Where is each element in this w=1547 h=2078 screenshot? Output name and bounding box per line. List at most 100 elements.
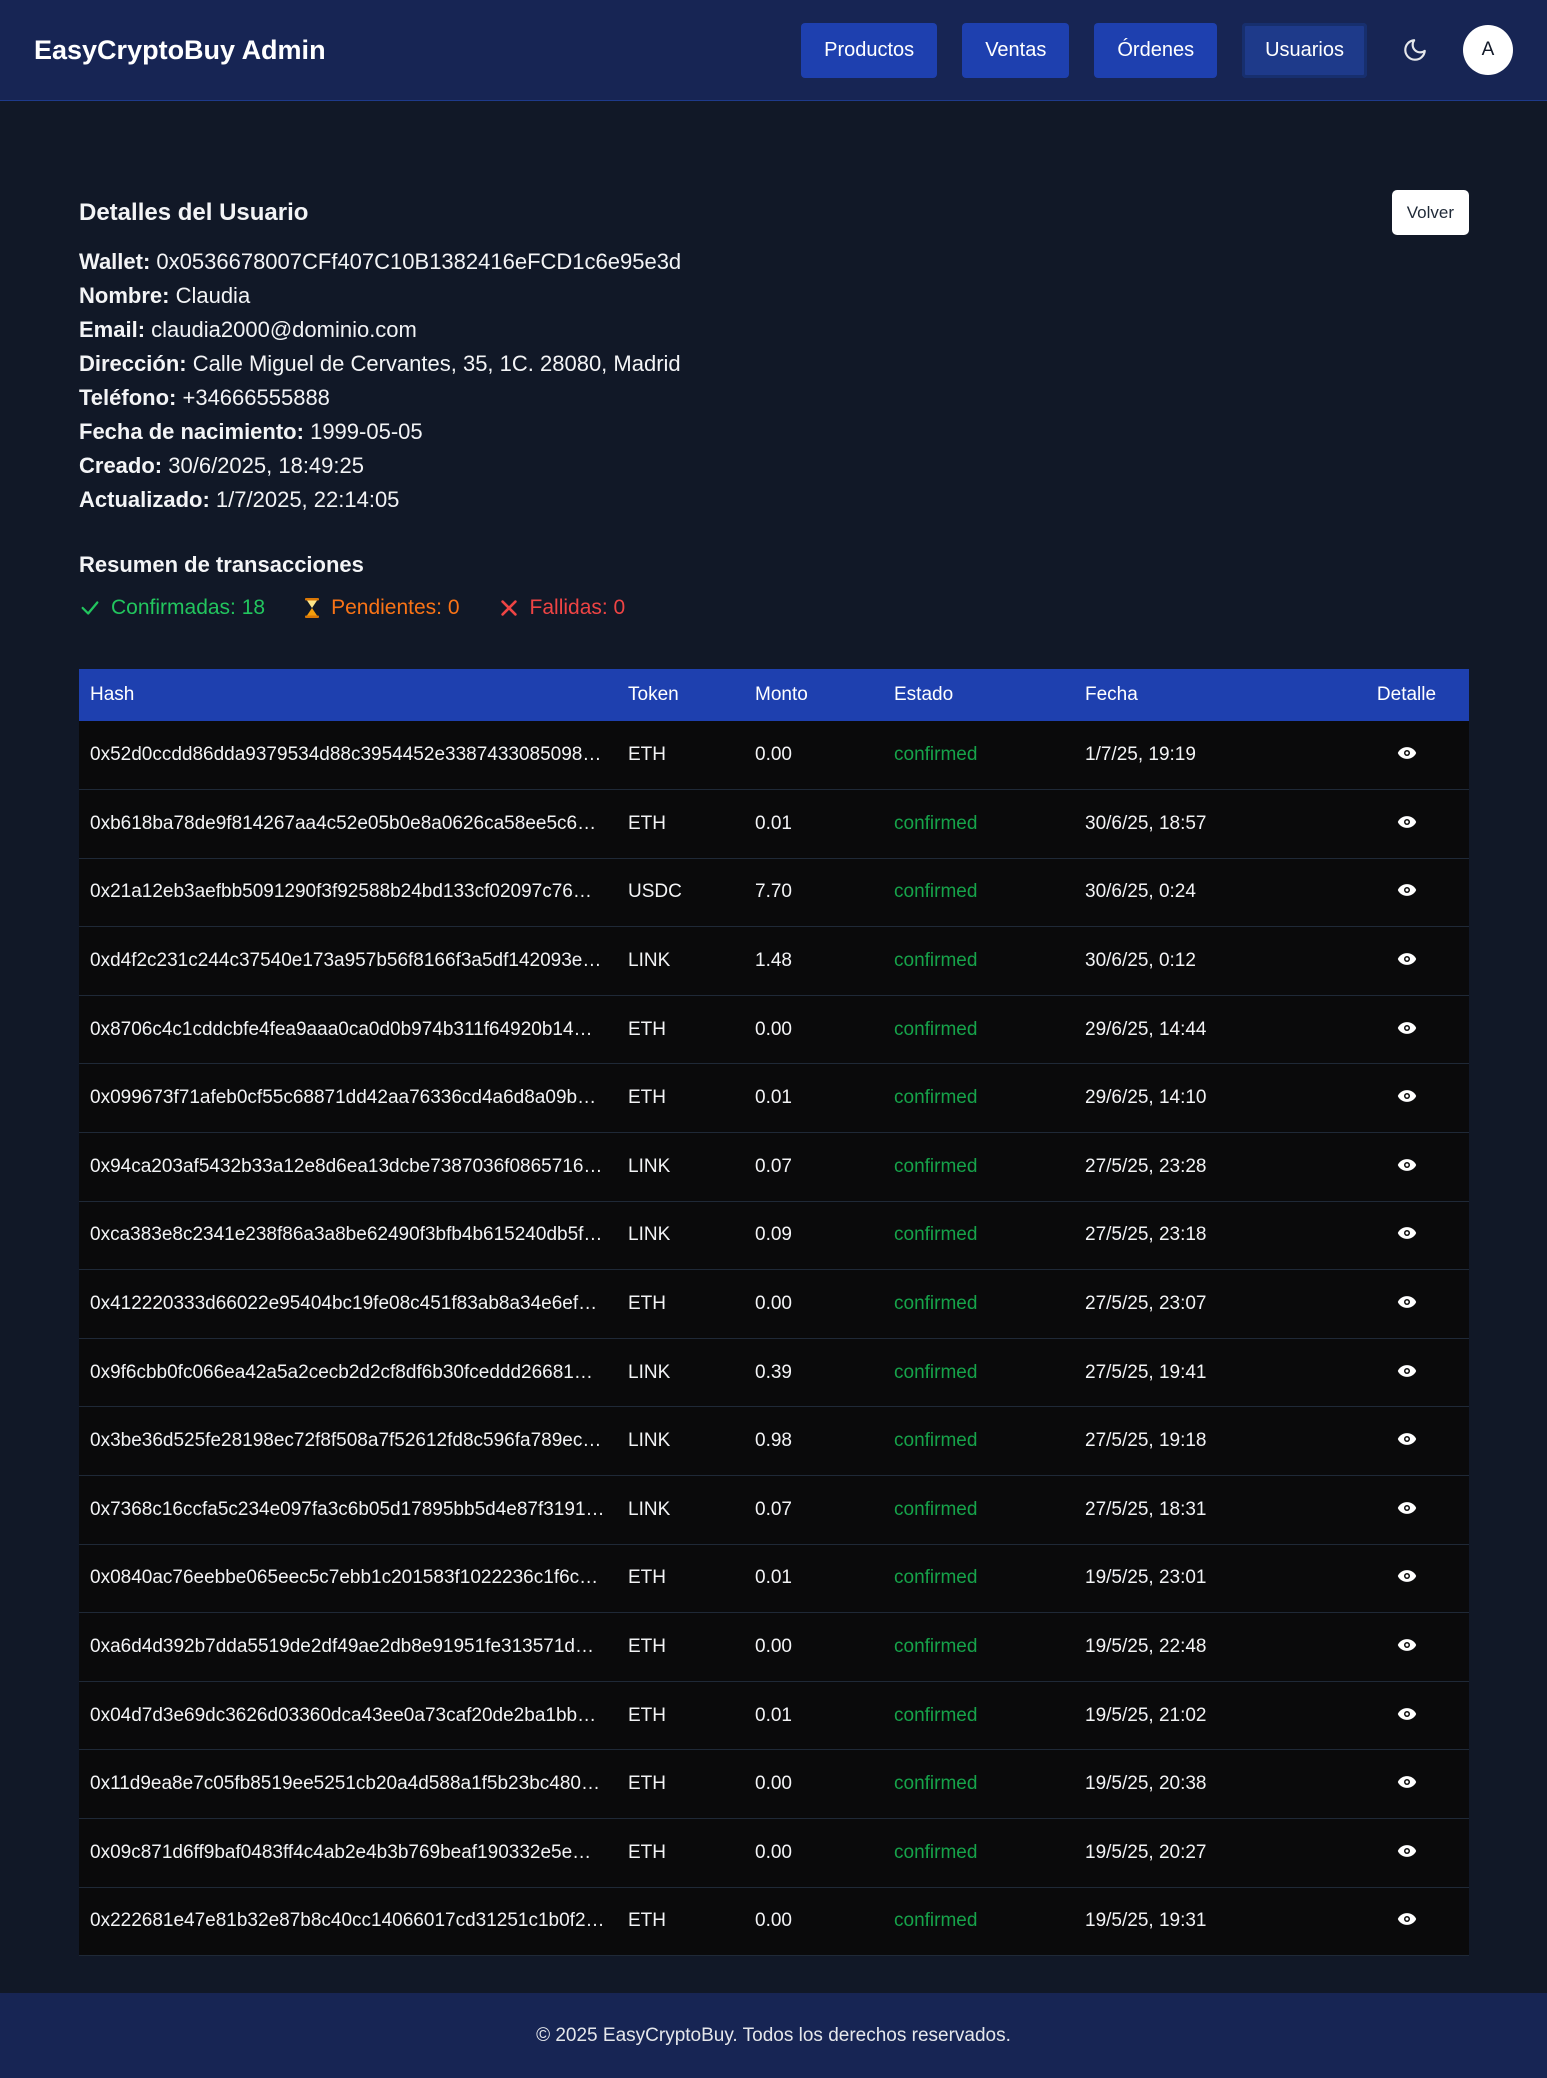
eye-icon[interactable] — [1397, 1156, 1417, 1178]
tx-hash: 0x94ca203af5432b33a12e8d6ea13dcbe7387036… — [79, 1132, 617, 1202]
eye-icon[interactable] — [1397, 1705, 1417, 1727]
eye-icon[interactable] — [1397, 1499, 1417, 1521]
table-row: 0xb618ba78de9f814267aa4c52e05b0e8a0626ca… — [79, 789, 1469, 859]
tx-token: ETH — [617, 1269, 744, 1339]
eye-icon[interactable] — [1397, 744, 1417, 766]
tx-token: ETH — [617, 1818, 744, 1888]
tx-detail-cell — [1344, 1406, 1469, 1477]
tx-detail-cell — [1344, 1544, 1469, 1614]
tx-detail-cell — [1344, 1887, 1469, 1957]
tx-status: confirmed — [883, 1544, 1074, 1614]
tx-token: LINK — [617, 926, 744, 996]
tx-date: 30/6/25, 0:24 — [1074, 858, 1344, 928]
eye-icon[interactable] — [1397, 1019, 1417, 1041]
eye-icon[interactable] — [1397, 1636, 1417, 1658]
tx-amount: 0.01 — [744, 1063, 883, 1134]
eye-icon[interactable] — [1397, 950, 1417, 972]
tx-detail-cell — [1344, 1681, 1469, 1751]
table-row: 0xca383e8c2341e238f86a3a8be62490f3bfb4b6… — [79, 1201, 1469, 1271]
eye-icon[interactable] — [1397, 1293, 1417, 1315]
tx-hash: 0x9f6cbb0fc066ea42a5a2cecb2d2cf8df6b30fc… — [79, 1338, 617, 1408]
tx-detail-cell — [1344, 789, 1469, 859]
eye-icon[interactable] — [1397, 1362, 1417, 1384]
check-icon — [81, 601, 99, 615]
tx-amount: 0.00 — [744, 1269, 883, 1339]
eye-icon[interactable] — [1397, 1087, 1417, 1109]
nav-ventas-button[interactable]: Ventas — [962, 22, 1070, 78]
summary-pending: Pendientes: 0 — [303, 596, 460, 620]
tx-amount: 0.01 — [744, 789, 883, 859]
tx-token: ETH — [617, 1612, 744, 1682]
back-button[interactable]: Volver — [1391, 190, 1469, 235]
tx-date: 29/6/25, 14:10 — [1074, 1063, 1344, 1134]
header-hash: Hash — [79, 669, 617, 721]
moon-icon[interactable] — [1400, 35, 1430, 65]
tx-hash: 0x21a12eb3aefbb5091290f3f92588b24bd133cf… — [79, 858, 617, 928]
table-row: 0x21a12eb3aefbb5091290f3f92588b24bd133cf… — [79, 858, 1469, 928]
brand-title[interactable]: EasyCryptoBuy Admin — [34, 35, 326, 66]
tx-token: ETH — [617, 1749, 744, 1819]
tx-token: LINK — [617, 1338, 744, 1408]
tx-status: confirmed — [883, 1749, 1074, 1819]
tx-hash: 0xca383e8c2341e238f86a3a8be62490f3bfb4b6… — [79, 1201, 617, 1271]
eye-icon[interactable] — [1397, 1773, 1417, 1795]
tx-amount: 0.00 — [744, 1749, 883, 1819]
tx-hash: 0x11d9ea8e7c05fb8519ee5251cb20a4d588a1f5… — [79, 1749, 617, 1819]
eye-icon[interactable] — [1397, 1567, 1417, 1589]
nav-ordenes-button[interactable]: Órdenes — [1094, 22, 1218, 78]
table-row: 0x8706c4c1cddcbfe4fea9aaa0ca0d0b974b311f… — [79, 995, 1469, 1065]
table-row: 0x94ca203af5432b33a12e8d6ea13dcbe7387036… — [79, 1132, 1469, 1202]
tx-token: ETH — [617, 721, 744, 791]
tx-date: 27/5/25, 23:28 — [1074, 1132, 1344, 1202]
eye-icon[interactable] — [1397, 1224, 1417, 1246]
tx-status: confirmed — [883, 926, 1074, 996]
transactions-table: Hash Token Monto Estado Fecha Detalle 0x… — [79, 669, 1469, 1957]
eye-icon[interactable] — [1397, 881, 1417, 903]
info-value: 1/7/2025, 22:14:05 — [215, 487, 400, 512]
info-label: Actualizado: — [79, 487, 210, 512]
tx-hash: 0x099673f71afeb0cf55c68871dd42aa76336cd4… — [79, 1063, 617, 1134]
table-row: 0x52d0ccdd86dda9379534d88c3954452e338743… — [79, 721, 1469, 791]
info-label: Email: — [79, 317, 146, 342]
tx-detail-cell — [1344, 858, 1469, 928]
user-info-list: Wallet: 0x0536678007CFf407C10B1382416eFC… — [79, 245, 1469, 517]
info-value: Claudia — [175, 283, 251, 308]
nav-productos-button[interactable]: Productos — [801, 22, 938, 78]
tx-hash: 0x222681e47e81b32e87b8c40cc14066017cd312… — [79, 1887, 617, 1957]
tx-date: 27/5/25, 23:07 — [1074, 1269, 1344, 1339]
info-value: claudia2000@dominio.com — [151, 317, 417, 342]
info-label: Fecha de nacimiento: — [79, 419, 304, 444]
table-body: 0x52d0ccdd86dda9379534d88c3954452e338743… — [79, 721, 1469, 1957]
tx-amount: 0.00 — [744, 1887, 883, 1957]
tx-status: confirmed — [883, 1338, 1074, 1408]
tx-status: confirmed — [883, 721, 1074, 791]
tx-token: LINK — [617, 1406, 744, 1477]
avatar[interactable]: A — [1463, 25, 1513, 75]
eye-icon[interactable] — [1397, 1910, 1417, 1932]
tx-date: 27/5/25, 23:18 — [1074, 1201, 1344, 1271]
page-title: Detalles del Usuario — [79, 199, 309, 226]
tx-status: confirmed — [883, 1063, 1074, 1134]
tx-detail-cell — [1344, 1269, 1469, 1339]
table-row: 0x222681e47e81b32e87b8c40cc14066017cd312… — [79, 1887, 1469, 1957]
tx-token: LINK — [617, 1475, 744, 1545]
tx-hash: 0x0840ac76eebbe065eec5c7ebb1c201583f1022… — [79, 1544, 617, 1614]
eye-icon[interactable] — [1397, 813, 1417, 835]
table-row: 0x099673f71afeb0cf55c68871dd42aa76336cd4… — [79, 1063, 1469, 1134]
tx-detail-cell — [1344, 1612, 1469, 1682]
header-detail: Detalle — [1344, 669, 1469, 721]
tx-date: 30/6/25, 18:57 — [1074, 789, 1344, 859]
eye-icon[interactable] — [1397, 1430, 1417, 1452]
summary-confirmed: Confirmadas: 18 — [79, 596, 265, 620]
tx-detail-cell — [1344, 1818, 1469, 1888]
header-date: Fecha — [1074, 669, 1344, 721]
tx-date: 27/5/25, 19:41 — [1074, 1338, 1344, 1408]
nav-usuarios-button[interactable]: Usuarios — [1242, 22, 1367, 78]
tx-date: 1/7/25, 19:19 — [1074, 721, 1344, 791]
summary-failed: Fallidas: 0 — [498, 596, 625, 620]
info-label: Creado: — [79, 453, 163, 478]
info-phone: Teléfono: +34666555888 — [79, 381, 1469, 415]
info-label: Nombre: — [79, 283, 170, 308]
tx-hash: 0x04d7d3e69dc3626d03360dca43ee0a73caf20d… — [79, 1681, 617, 1751]
eye-icon[interactable] — [1397, 1842, 1417, 1864]
